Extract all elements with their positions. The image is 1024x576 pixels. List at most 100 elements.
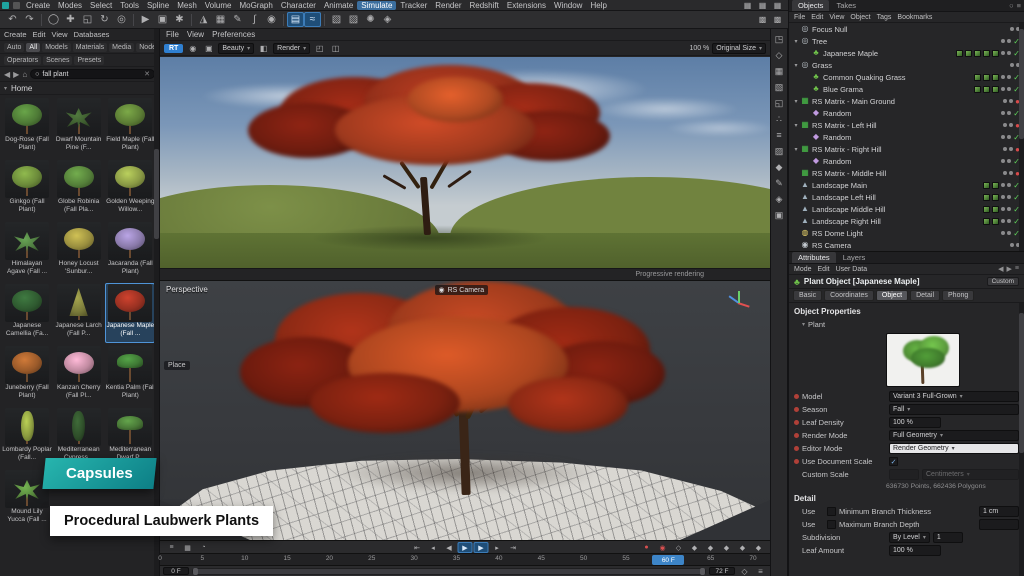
search-icon[interactable]: ○ [1009,1,1014,10]
projection-label[interactable]: Perspective [166,285,208,294]
plant-item-japanese-maple-fall[interactable]: Japanese Maple (Fall ... [105,283,155,343]
record-rotation-button[interactable]: ◆ [719,542,734,553]
attributes-scrollbar[interactable] [1019,303,1024,576]
ab-tab-scenes[interactable]: Scenes [43,56,72,65]
menu-help[interactable]: Help [586,1,610,10]
value-field[interactable]: 100 % [889,545,941,556]
visibility-dot-render[interactable] [1009,147,1013,151]
object-landscape-middle-hill[interactable]: ▲Landscape Middle Hill✓ [789,203,1024,215]
obj-menu-edit[interactable]: Edit [811,14,823,21]
record-parameter-button[interactable]: ◆ [735,542,750,553]
attr-menu-user-data[interactable]: User Data [836,266,868,273]
plant-item-field-maple-fall-plant[interactable]: Field Maple (Fall Plant) [105,97,155,157]
attr-menu-mode[interactable]: Mode [794,266,812,273]
texture-tag[interactable] [992,86,999,93]
plant-item-dwarf-mountain-pine-f[interactable]: Dwarf Mountain Pine (F... [54,97,104,157]
plant-item-dog-rose-fall-plant[interactable]: Dog-Rose (Fall Plant) [2,97,52,157]
plant-item-kentia-palm-fall-plant[interactable]: Kentia Palm (Fall Plant) [105,345,155,405]
scroll-thumb[interactable] [1019,313,1024,453]
ab-tab-auto[interactable]: Auto [4,43,24,52]
record-scale-button[interactable]: ◆ [703,542,718,553]
ab-tab-media[interactable]: Media [109,43,134,52]
menu-spline[interactable]: Spline [143,1,173,10]
custom-button[interactable]: Custom [987,277,1019,286]
render-dropdown[interactable]: Render▾ [273,43,310,54]
go-to-end-button[interactable]: ⇥ [506,542,521,553]
visibility-dot-editor[interactable] [1001,195,1005,199]
object-grass[interactable]: ▾◎Grass [789,59,1024,71]
plant-item-juneberry-fall-plant[interactable]: Juneberry (Fall Plant) [2,345,52,405]
spline-icon[interactable]: ∫ [246,12,263,27]
visibility-dot-render[interactable] [1007,183,1011,187]
ab-tab-models[interactable]: Models [42,43,71,52]
keyframe-dot[interactable] [794,433,799,438]
expander-icon[interactable]: ▾ [792,38,800,45]
menu-tracker[interactable]: Tracker [396,1,431,10]
visibility-dot-editor[interactable] [1001,87,1005,91]
texture-tag[interactable] [983,74,990,81]
app-logo-icon[interactable] [2,2,9,9]
visibility-dot-render[interactable] [1007,195,1011,199]
menu-redshift[interactable]: Redshift [466,1,503,10]
visibility-dot-editor[interactable] [1001,231,1005,235]
texture-tag[interactable] [992,206,999,213]
ab-tab-operators[interactable]: Operators [4,56,41,65]
rv-menu-file[interactable]: File [166,30,179,39]
visibility-dot-render[interactable] [1009,171,1013,175]
ab-tab-all[interactable]: All [26,43,40,52]
tab-takes[interactable]: Takes [830,0,862,11]
go-to-next-key-button[interactable]: ▸ [490,542,505,553]
preview-range[interactable] [193,569,705,574]
menu-simulate[interactable]: Simulate [357,1,396,10]
viewport-solo-icon[interactable]: ◳ [772,32,787,46]
enable-snap-icon[interactable]: ◆ [772,160,787,174]
subdivision-surface-icon[interactable]: ◮ [195,12,212,27]
texture-tag[interactable] [992,194,999,201]
interface-icon[interactable]: ▩ [756,14,769,25]
model-mode-icon[interactable]: ▦ [772,64,787,78]
tab-objects[interactable]: Objects [792,0,829,11]
obj-menu-tags[interactable]: Tags [877,14,892,21]
timeline-scrubber[interactable]: 60 F [652,555,684,565]
undo-icon[interactable]: ↶ [4,12,21,27]
tab-layers[interactable]: Layers [837,252,872,263]
texture-tag[interactable] [983,182,990,189]
snapshot-icon[interactable]: ◉ [186,43,199,54]
polygons-mode-icon[interactable]: ▨ [772,144,787,158]
forward-icon[interactable]: ▶ [1007,265,1012,273]
filter-icon[interactable]: ≡ [1017,1,1021,10]
visibility-dot-editor[interactable] [1003,171,1007,175]
plant-item-japanese-larch-fall-p[interactable]: Japanese Larch (Fall P... [54,283,104,343]
preview-range-track[interactable] [192,568,706,575]
rotate-icon[interactable]: ↻ [96,12,113,27]
value-field[interactable] [889,469,919,480]
range-handle-left[interactable] [193,568,198,575]
object-landscape-main[interactable]: ▲Landscape Main✓ [789,179,1024,191]
menu-animate[interactable]: Animate [320,1,357,10]
visibility-dot-render[interactable] [1007,39,1011,43]
object-rs-matrix-middle-hill[interactable]: ▦RS Matrix - Middle Hill● [789,167,1024,179]
visibility-dot-editor[interactable] [1010,27,1014,31]
ab-menu-view[interactable]: View [51,30,67,39]
attr-menu-edit[interactable]: Edit [818,266,830,273]
magnet-tool-icon[interactable]: ◈ [772,192,787,206]
range-handle-right[interactable] [700,568,705,575]
expander-icon[interactable]: ▾ [792,146,800,153]
hud-toggle-icon[interactable]: ▦ [180,542,195,553]
value-field[interactable]: 100 % [889,417,941,428]
perspective-viewport[interactable]: Perspective ◉ RS Camera Place [160,281,770,540]
rs-camera-icon[interactable]: ◈ [379,12,396,27]
visibility-dot-editor[interactable] [1001,51,1005,55]
menu-mograph[interactable]: MoGraph [235,1,276,10]
menu-modes[interactable]: Modes [54,1,86,10]
obj-menu-object[interactable]: Object [850,14,870,21]
timeline-ruler[interactable]: 0510152025303540455055606570 60 F [160,553,770,565]
compare-icon[interactable]: ◫ [329,43,342,54]
object-landscape-left-hill[interactable]: ▲Landscape Left Hill✓ [789,191,1024,203]
rv-menu-view[interactable]: View [187,30,204,39]
expander-icon[interactable]: ▾ [792,122,800,129]
checkbox[interactable] [827,507,836,516]
rendered-image[interactable] [160,57,770,268]
asset-search-input[interactable]: ○ fall plant ✕ [30,69,155,79]
object-focus-null[interactable]: ◎Focus Null [789,23,1024,35]
